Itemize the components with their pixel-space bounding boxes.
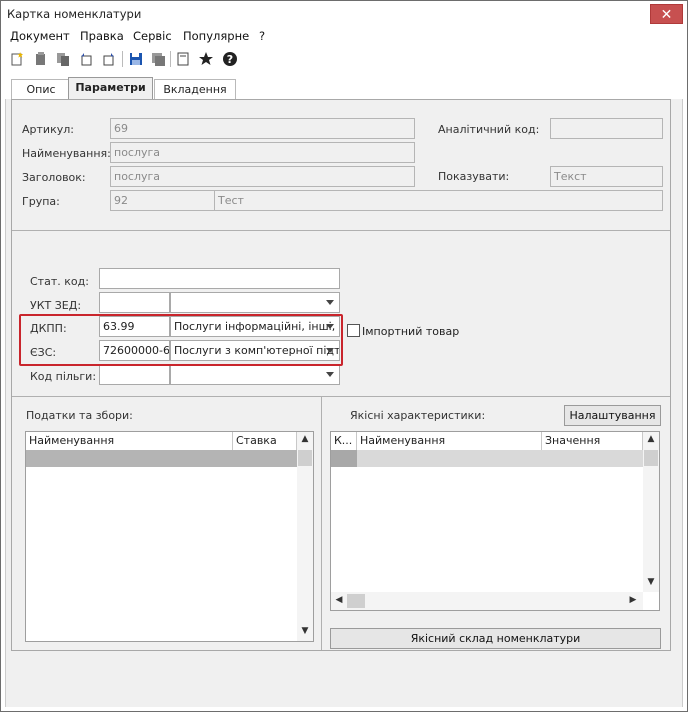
table-row[interactable] (26, 450, 297, 467)
redo-icon[interactable] (99, 49, 119, 69)
scroll-thumb[interactable] (347, 594, 365, 608)
toolbar-separator (122, 51, 123, 67)
new-doc-icon[interactable] (7, 49, 27, 69)
stat-code-label: Стат. код: (30, 275, 89, 288)
quality-col-name[interactable]: Найменування (357, 432, 542, 450)
name-label: Найменування: (22, 147, 111, 160)
show-label: Показувати: (438, 170, 510, 183)
benefit-code-input[interactable] (99, 364, 170, 385)
taxes-col-rate[interactable]: Ставка (233, 432, 297, 450)
chevron-down-icon (326, 372, 334, 377)
parameters-panel: Артикул: 69 Найменування: послуга Заголо… (11, 99, 671, 651)
scroll-left-icon[interactable]: ◀ (333, 595, 345, 605)
highlight-frame (19, 314, 343, 366)
ukt-zed-code-input[interactable] (99, 292, 170, 313)
taxes-title: Податки та збори: (26, 409, 133, 422)
benefit-code-label: Код пільги: (30, 370, 97, 383)
group-name-field[interactable]: Тест (214, 190, 663, 211)
scroll-right-icon[interactable]: ▶ (627, 595, 639, 605)
window: Картка номенклатури ✕ Документ Правка Се… (0, 0, 688, 712)
toolbar-separator (170, 51, 171, 67)
menu-document[interactable]: Документ (10, 29, 70, 43)
quality-composition-button[interactable]: Якісний склад номенклатури (330, 628, 661, 649)
window-title: Картка номенклатури (7, 7, 142, 21)
tab-strip: Опис Параметри Вкладення (5, 77, 683, 100)
menu-help[interactable]: ? (259, 29, 265, 43)
scroll-thumb[interactable] (644, 450, 658, 466)
group-label: Група: (22, 195, 60, 208)
page-icon[interactable] (173, 49, 193, 69)
settings-button[interactable]: Налаштування (564, 405, 661, 426)
scroll-up-icon[interactable]: ▲ (643, 434, 659, 444)
import-checkbox[interactable] (347, 324, 360, 337)
article-field[interactable]: 69 (110, 118, 415, 139)
column-divider (321, 396, 322, 650)
quality-vscrollbar[interactable]: ▲ ▼ (643, 432, 659, 592)
taxes-grid[interactable]: Найменування Ставка ▲ ▼ (25, 431, 314, 642)
save-disabled-icon[interactable] (148, 49, 168, 69)
close-button[interactable]: ✕ (650, 4, 683, 24)
quality-hscrollbar[interactable]: ◀ ▶ (331, 592, 643, 610)
scroll-down-icon[interactable]: ▼ (643, 577, 659, 587)
tab-attachments[interactable]: Вкладення (154, 79, 236, 99)
group-code-field[interactable]: 92 (110, 190, 215, 211)
quality-col-code[interactable]: К... (331, 432, 357, 450)
copy-doc-icon[interactable] (30, 49, 50, 69)
section-divider (12, 396, 670, 397)
taxes-col-name[interactable]: Найменування (26, 432, 233, 450)
stat-code-input[interactable] (99, 268, 340, 289)
section-divider (12, 230, 670, 231)
name-field[interactable]: послуга (110, 142, 415, 163)
quality-title: Якісні характеристики: (350, 409, 486, 422)
undo-icon[interactable] (76, 49, 96, 69)
quality-grid[interactable]: К... Найменування Значення ▲ ▼ ◀ ▶ (330, 431, 660, 611)
scroll-thumb[interactable] (298, 450, 312, 466)
quality-col-value[interactable]: Значення (542, 432, 643, 450)
taxes-scrollbar[interactable]: ▲ ▼ (297, 432, 313, 641)
analytic-code-label: Аналітичний код: (438, 123, 540, 136)
menu-bar: Документ Правка Сервіс Популярне ? (1, 27, 687, 45)
menu-service[interactable]: Сервіс (133, 29, 172, 43)
heading-label: Заголовок: (22, 171, 86, 184)
save-icon[interactable] (126, 49, 146, 69)
article-label: Артикул: (22, 123, 74, 136)
table-row[interactable] (357, 450, 643, 467)
help-icon[interactable]: ? (220, 49, 240, 69)
heading-field[interactable]: послуга (110, 166, 415, 187)
tab-description[interactable]: Опис (11, 79, 71, 99)
scroll-up-icon[interactable]: ▲ (297, 434, 313, 444)
row-indicator[interactable] (331, 450, 357, 467)
ukt-zed-label: УКТ ЗЕД: (30, 299, 82, 312)
title-bar: Картка номенклатури ✕ (1, 1, 687, 27)
ukt-zed-select[interactable] (170, 292, 340, 313)
benefit-select[interactable] (170, 364, 340, 385)
menu-popular[interactable]: Популярне (183, 29, 249, 43)
star-icon[interactable] (196, 49, 216, 69)
toolbar: ? (1, 46, 687, 72)
svg-text:?: ? (227, 53, 233, 66)
analytic-code-field[interactable] (550, 118, 663, 139)
show-field[interactable]: Текст (550, 166, 663, 187)
tab-parameters[interactable]: Параметри (68, 77, 153, 100)
copy-multi-icon[interactable] (53, 49, 73, 69)
import-label: Імпортний товар (362, 325, 460, 338)
menu-edit[interactable]: Правка (80, 29, 124, 43)
scroll-down-icon[interactable]: ▼ (297, 626, 313, 636)
chevron-down-icon (326, 300, 334, 305)
